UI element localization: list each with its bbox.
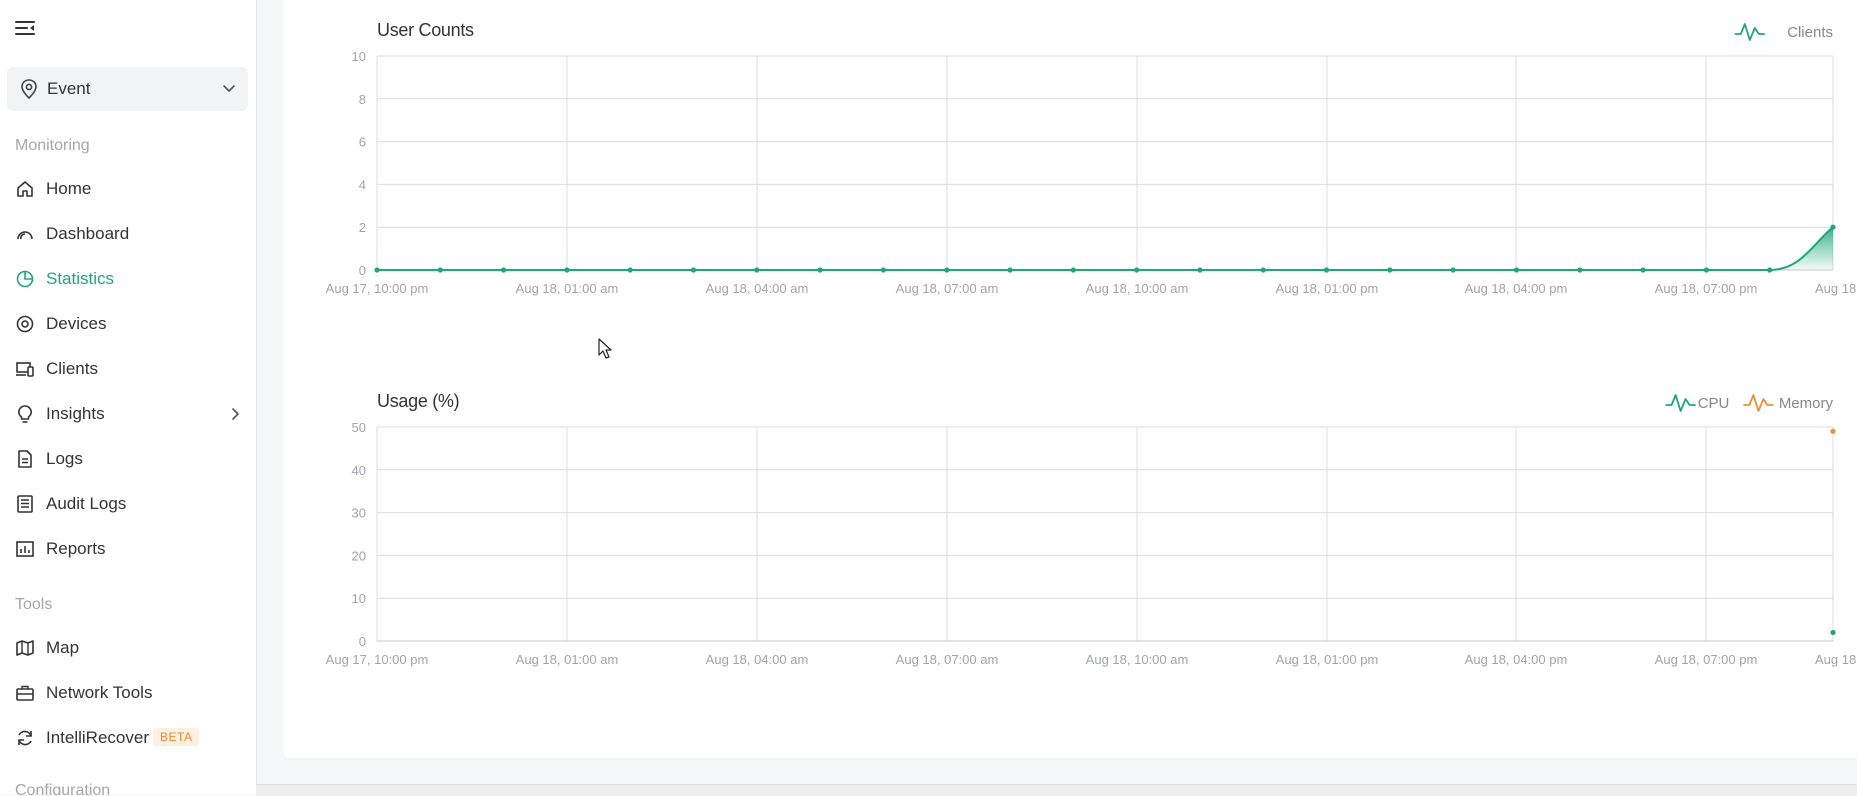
data-point [1703, 267, 1709, 273]
data-point [754, 267, 760, 273]
data-point [1830, 428, 1836, 434]
data-point [817, 267, 823, 273]
series-line [377, 226, 1834, 271]
charts-canvas: User Counts 0 2 4 6 8 10 Aug 17, 10:00 pm Aug 18… [326, 20, 1857, 667]
legend-line-icon [1743, 394, 1774, 412]
data-point [564, 267, 570, 273]
x-tick-label: Aug 18, 04:00 am [706, 281, 809, 296]
data-point [690, 267, 697, 273]
data-point [1007, 267, 1013, 273]
y-tick-label: 2 [359, 220, 366, 235]
x-tick-label: Aug 18, 07:00 am [896, 652, 999, 667]
x-tick-label: Aug 18, 04:00 am [706, 652, 809, 667]
data-point [1323, 267, 1330, 273]
legend-line-icon [1734, 23, 1765, 41]
data-point [1134, 267, 1140, 273]
x-tick-label: Aug 18, 01:00 am [516, 281, 619, 296]
chart-user-counts: User Counts 0 2 4 6 8 10 Aug 17, 10:00 pm Aug 18… [326, 20, 1857, 296]
x-tick-label: Aug 18, 07:00 pm [1655, 652, 1758, 667]
x-tick-label: Aug 18, 01:00 am [516, 652, 619, 667]
y-tick-label: 10 [352, 591, 366, 606]
y-tick-label: 10 [352, 49, 366, 64]
legend-label: Memory [1779, 395, 1834, 412]
y-tick-label: 0 [359, 263, 366, 278]
chart-title: User Counts [377, 20, 474, 40]
data-point [1260, 267, 1266, 273]
y-tick-label: 0 [359, 634, 366, 649]
data-point [1450, 267, 1456, 273]
y-tick-label: 8 [359, 92, 366, 107]
x-tick-label: Aug 18, 01:00 pm [1276, 652, 1379, 667]
data-point [1197, 267, 1203, 273]
chart-usage: Usage (%) 0 10 20 30 40 50 Aug 17, 10:00 pm Aug … [326, 391, 1857, 667]
data-point [1830, 224, 1836, 230]
y-tick-label: 50 [352, 420, 366, 435]
x-tick-label: Aug 18, 09:0 [1815, 652, 1857, 667]
mouse-cursor-icon [598, 338, 612, 359]
data-point [1513, 267, 1520, 273]
y-tick-label: 40 [352, 463, 366, 478]
x-tick-label: Aug 18, 10:00 am [1086, 281, 1189, 296]
data-point [501, 267, 507, 273]
data-point [1830, 629, 1836, 636]
x-tick-label: Aug 18, 01:00 pm [1276, 281, 1379, 296]
series-area [377, 227, 1833, 270]
legend-label: CPU [1698, 395, 1730, 412]
x-tick-label: Aug 17, 10:00 pm [326, 652, 429, 667]
data-point [1640, 267, 1646, 273]
chart-title: Usage (%) [377, 391, 459, 411]
x-tick-label: Aug 18, 07:00 am [896, 281, 999, 296]
legend-line-icon [1665, 394, 1696, 412]
y-tick-label: 30 [352, 506, 366, 521]
y-tick-label: 20 [352, 548, 366, 563]
data-point [437, 267, 443, 273]
data-point [1387, 267, 1393, 273]
data-point [880, 267, 887, 273]
x-tick-label: Aug 18, 04:00 pm [1465, 652, 1568, 667]
y-tick-label: 4 [359, 177, 366, 192]
y-tick-label: 6 [359, 135, 366, 150]
data-point [1070, 267, 1076, 273]
section-title-configuration: Configuration [15, 782, 111, 795]
data-point [627, 267, 633, 273]
x-tick-label: Aug 18, 04:00 pm [1465, 281, 1568, 296]
data-point [1577, 267, 1583, 273]
legend-label: Clients [1787, 24, 1833, 41]
x-tick-label: Aug 17, 10:00 pm [326, 281, 429, 296]
horizontal-scrollbar[interactable] [256, 784, 1857, 796]
data-point [374, 267, 380, 273]
x-tick-label: Aug 18, 07:00 pm [1655, 281, 1758, 296]
data-point [1767, 267, 1773, 273]
x-tick-label: Aug 18, 10:00 am [1086, 652, 1189, 667]
x-tick-label: Aug 18, 09:0 [1815, 281, 1857, 296]
data-point [944, 267, 950, 273]
